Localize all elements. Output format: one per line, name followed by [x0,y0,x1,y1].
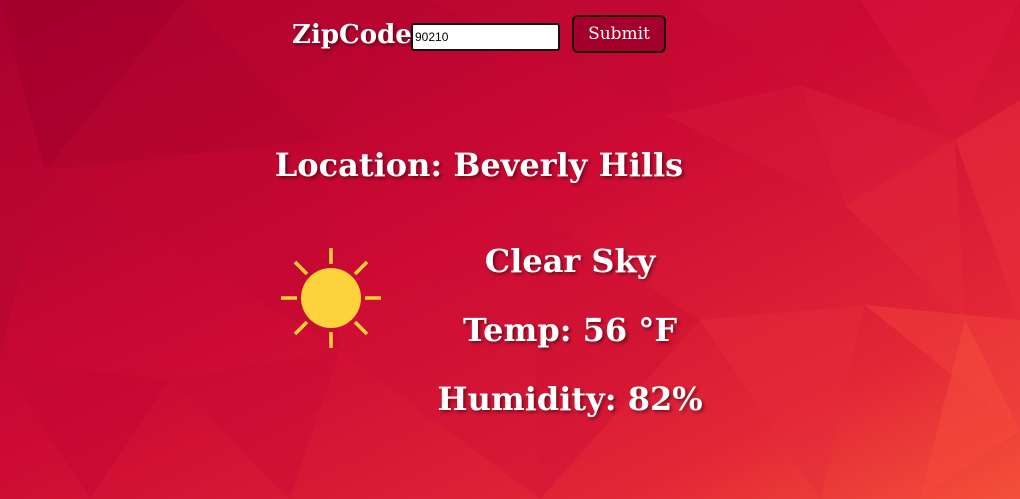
zipcode-label: ZipCode: [292,20,422,50]
location-heading: Location: Beverly Hills [274,146,684,184]
humidity-readout: Humidity: 82% [437,380,703,418]
sun-icon [281,248,381,348]
zipcode-input[interactable] [411,23,560,51]
submit-button[interactable]: Submit [572,15,666,53]
temperature-readout: Temp: 56 °F [462,311,678,349]
weather-description: Clear Sky [484,242,656,280]
